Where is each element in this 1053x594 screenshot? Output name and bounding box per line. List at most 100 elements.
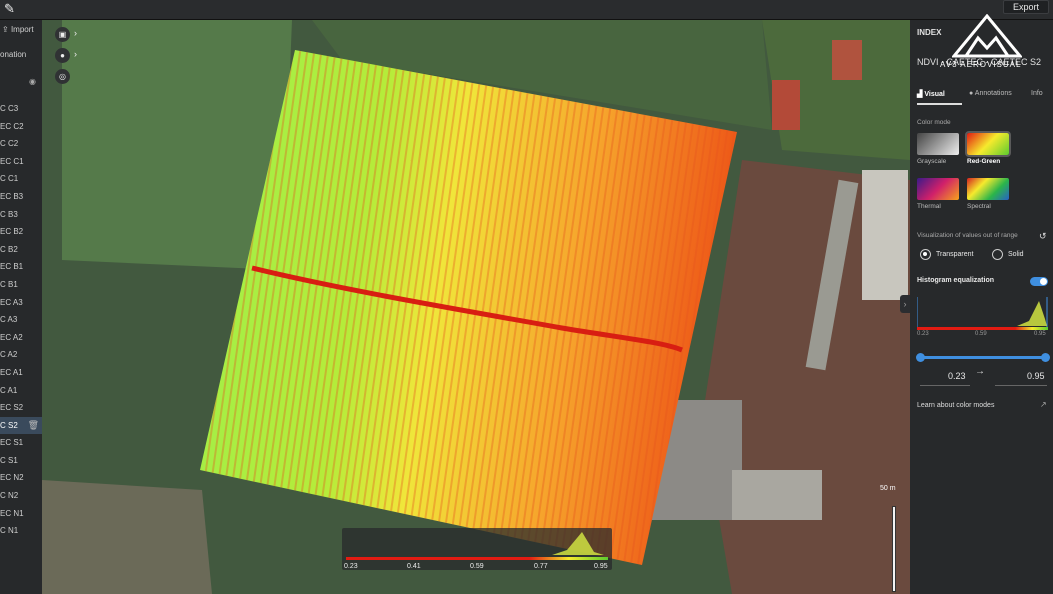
import-button[interactable]: ⇪ Import [2, 25, 34, 34]
layers-panel: ⇪ Import onation ◉ C C3 EC C2 C C2 EC C1… [0, 20, 42, 594]
color-mode-label: Color mode [917, 119, 951, 126]
layer-item[interactable]: C C3 [0, 100, 42, 118]
tab-visual[interactable]: ▟ Visual [917, 90, 945, 98]
legend-histogram [552, 532, 604, 555]
swatch-spectral[interactable] [967, 178, 1009, 200]
pin-icon: ● [969, 90, 974, 97]
tab-annotations[interactable]: ● Annotations [969, 90, 1012, 97]
satellite-map [42, 20, 910, 594]
chart-icon: ▟ [917, 91, 923, 98]
legend-tick: 0.77 [534, 563, 548, 570]
legend-tick: 0.23 [344, 563, 358, 570]
layer-item[interactable]: C C1 [0, 170, 42, 188]
layer-item[interactable]: C N1 [0, 522, 42, 540]
swatch-label: Grayscale [917, 158, 947, 165]
layer-item[interactable]: C S1 [0, 452, 42, 470]
legend-tick: 0.41 [407, 563, 421, 570]
layer-item[interactable]: EC A2 [0, 329, 42, 347]
scale-label: 50 m [880, 485, 896, 492]
chevron-right-icon[interactable]: › [74, 49, 77, 59]
legend-tick: 0.59 [470, 563, 484, 570]
layer-item[interactable]: C B2 [0, 241, 42, 259]
top-bar: ✎ Export [0, 0, 1053, 20]
legend-color-ramp [346, 557, 608, 560]
house-roof [772, 80, 800, 130]
range-slider-track[interactable] [920, 356, 1045, 359]
swatch-thermal[interactable] [917, 178, 959, 200]
panel-title: INDEX [917, 28, 942, 37]
eye-icon[interactable]: ◉ [29, 77, 36, 86]
arrow-right-icon: → [975, 366, 985, 377]
logo-text: AV3 AEROVISUAL [940, 60, 1022, 69]
layer-item[interactable]: C B1 [0, 276, 42, 294]
bare-ground [42, 480, 212, 594]
layer-item[interactable]: EC N1 [0, 505, 42, 523]
ndvi-legend: 0.23 0.41 0.59 0.77 0.95 [342, 528, 612, 570]
layer-item[interactable]: C B3 [0, 206, 42, 224]
export-button[interactable]: Export [1002, 0, 1049, 14]
learn-color-modes-link[interactable]: Learn about color modes [917, 402, 994, 409]
layer-item[interactable]: EC B1 [0, 258, 42, 276]
layer-item[interactable]: EC N2 [0, 469, 42, 487]
radio-solid[interactable] [992, 249, 1003, 260]
layer-item[interactable]: C A1 [0, 382, 42, 400]
upload-icon: ⇪ [2, 25, 9, 34]
range-min-value[interactable]: 0.23 [948, 371, 966, 381]
swatch-grayscale[interactable] [917, 133, 959, 155]
histogram-label: Histogram equalization [917, 277, 995, 284]
pencil-icon[interactable]: ✎ [4, 1, 15, 17]
out-of-range-label: Visualization of values out of range [917, 232, 1018, 239]
histogram-toggle[interactable] [1030, 277, 1048, 286]
range-max-underline [995, 385, 1047, 386]
layers-map-button[interactable]: ▣ [55, 27, 70, 42]
chevron-right-icon[interactable]: › [74, 28, 77, 38]
histogram: 0.23 0.59 0.95 [917, 297, 1048, 337]
building-roof [732, 470, 822, 520]
panel-tabs: ▟ Visual ● Annotations Info [917, 90, 1047, 105]
tab-active-indicator [917, 103, 962, 105]
location-pin-icon[interactable]: ● [55, 48, 70, 63]
range-max-value[interactable]: 0.95 [1027, 371, 1045, 381]
import-label: Import [10, 25, 34, 34]
layer-item[interactable]: EC B2 [0, 223, 42, 241]
index-panel: INDEX NDVI - CAETEC - CAETEC S2 ▟ Visual… [910, 20, 1053, 594]
layer-item[interactable]: EC A3 [0, 294, 42, 312]
histogram-tick: 0.59 [975, 331, 987, 337]
logo-mountain-icon [952, 14, 1022, 58]
external-link-icon[interactable]: ↗ [1040, 400, 1047, 409]
layer-list: C C3 EC C2 C C2 EC C1 C C1 EC B3 C B3 EC… [0, 100, 42, 540]
layer-item[interactable]: EC C2 [0, 118, 42, 136]
radio-label: Solid [1008, 251, 1024, 258]
layer-item[interactable]: C C2 [0, 135, 42, 153]
tab-info[interactable]: Info [1031, 90, 1043, 97]
swatch-label: Spectral [967, 203, 991, 210]
range-slider-max-handle[interactable] [1041, 353, 1050, 362]
collapse-right-panel-button[interactable]: › [900, 295, 910, 313]
globe-icon[interactable]: ◎ [55, 69, 70, 84]
layer-item[interactable]: EC C1 [0, 153, 42, 171]
layer-item[interactable]: C A2 [0, 346, 42, 364]
layer-item[interactable]: C N2 [0, 487, 42, 505]
map-viewport[interactable]: ▣ › ● › ◎ 50 m 0.23 0.41 0.59 0.77 0.95 [42, 20, 910, 594]
layer-item[interactable]: C A3 [0, 311, 42, 329]
histogram-tick: 0.95 [1034, 331, 1046, 337]
histogram-tick: 0.23 [917, 331, 929, 337]
swatch-label: Red-Green [967, 158, 1001, 165]
scale-bar [892, 506, 896, 592]
legend-tick: 0.95 [594, 563, 608, 570]
reset-icon[interactable]: ↺ [1039, 231, 1047, 242]
radio-label: Transparent [936, 251, 974, 258]
layer-item-selected[interactable]: C S2 🗑 [0, 416, 42, 435]
swatch-label: Thermal [917, 203, 941, 210]
house-roof [832, 40, 862, 80]
layer-item[interactable]: EC B3 [0, 188, 42, 206]
layer-item[interactable]: EC S2 [0, 399, 42, 417]
layer-item[interactable]: EC A1 [0, 364, 42, 382]
range-slider-min-handle[interactable] [916, 353, 925, 362]
histogram-chart [917, 297, 1048, 327]
swatch-red-green[interactable] [965, 131, 1011, 157]
building-roof [862, 170, 908, 300]
trash-icon[interactable]: 🗑 [28, 417, 39, 435]
layer-item[interactable]: EC S1 [0, 434, 42, 452]
radio-transparent[interactable] [920, 249, 931, 260]
